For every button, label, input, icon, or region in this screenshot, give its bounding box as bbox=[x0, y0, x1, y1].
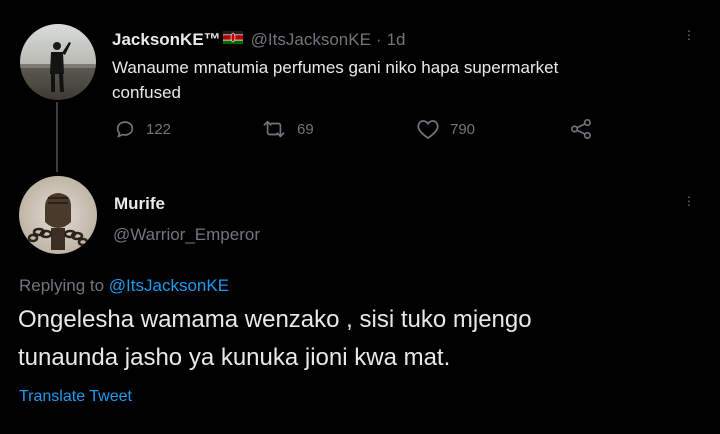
parent-tweet-text-line1: Wanaume mnatumia perfumes gani niko hapa… bbox=[112, 58, 559, 77]
like-button[interactable]: 790 bbox=[416, 118, 475, 140]
reply-text-line1: Ongelesha wamama wenzako , sisi tuko mje… bbox=[18, 306, 532, 333]
avatar-murife[interactable] bbox=[19, 176, 97, 254]
share-icon bbox=[571, 119, 591, 139]
reply-icon bbox=[116, 121, 134, 138]
separator: · bbox=[375, 30, 382, 49]
like-count: 790 bbox=[450, 120, 476, 138]
replying-to-prefix: Replying to bbox=[19, 276, 105, 295]
replying-to-handle[interactable]: @ItsJacksonKE bbox=[109, 276, 229, 295]
more-icon[interactable]: · · · bbox=[684, 189, 694, 211]
reply-text-line2: tunaunda jasho ya kunuka jioni kwa mat. bbox=[18, 344, 451, 371]
parent-tweet-text-line2: confused bbox=[112, 83, 181, 102]
reply-button[interactable]: 122 bbox=[114, 118, 171, 140]
reply-author-name[interactable]: Murife bbox=[114, 194, 165, 214]
kenya-flag-icon bbox=[222, 31, 243, 49]
author-name[interactable]: JacksonKE™ bbox=[112, 30, 221, 50]
reply-count: 122 bbox=[146, 120, 172, 138]
timestamp[interactable]: 1d bbox=[387, 30, 406, 50]
thread-connector bbox=[56, 102, 58, 172]
parent-tweet-header: JacksonKE™ @ItsJacksonKE · 1d bbox=[112, 30, 406, 50]
avatar-jacksonke[interactable] bbox=[20, 24, 96, 100]
replying-to: Replying to @ItsJacksonKE bbox=[19, 276, 229, 296]
author-handle[interactable]: @ItsJacksonKE bbox=[251, 30, 371, 50]
retweet-icon bbox=[263, 120, 285, 138]
retweet-button[interactable]: 69 bbox=[261, 118, 314, 140]
retweet-count: 69 bbox=[297, 120, 314, 138]
more-icon[interactable]: · · · bbox=[684, 23, 694, 45]
share-button[interactable] bbox=[568, 118, 604, 140]
heart-icon bbox=[417, 120, 439, 140]
reply-author-handle[interactable]: @Warrior_Emperor bbox=[113, 225, 260, 245]
translate-tweet-link[interactable]: Translate Tweet bbox=[19, 388, 132, 406]
